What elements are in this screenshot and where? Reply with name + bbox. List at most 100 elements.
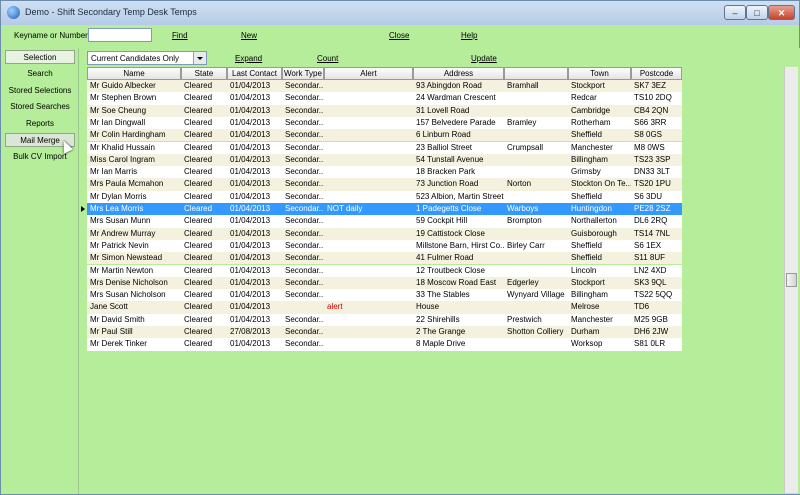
cell-address: Millstone Barn, Hirst Co...: [416, 240, 504, 250]
cell-address: 18 Moscow Road East: [416, 277, 497, 287]
candidates-filter-select[interactable]: Current Candidates Only: [87, 51, 207, 65]
column-header-address[interactable]: Address: [413, 67, 504, 80]
maximize-button[interactable]: □: [746, 5, 768, 20]
cell-last-contact: 01/04/2013: [230, 117, 271, 127]
count-link[interactable]: Count: [317, 54, 338, 63]
cell-last-contact: 01/04/2013: [230, 105, 271, 115]
find-link[interactable]: Find: [172, 31, 188, 40]
table-row[interactable]: Mrs Paula Mcmahon Cleared 01/04/2013 Second…: [87, 178, 682, 191]
scrollbar-thumb[interactable]: [786, 273, 797, 287]
cell-town: Huntingdon: [571, 204, 612, 213]
chevron-down-icon[interactable]: [193, 52, 206, 64]
app-window: Demo - Shift Secondary Temp Desk Temps –…: [0, 0, 800, 495]
cell-last-contact: 01/04/2013: [230, 93, 271, 103]
close-link[interactable]: Close: [389, 31, 409, 40]
cell-town: Grimsby: [571, 167, 601, 177]
cell-address: 8 Maple Drive: [416, 339, 466, 349]
column-header-address-2[interactable]: [504, 67, 568, 80]
minimize-button[interactable]: –: [724, 5, 746, 20]
table-row[interactable]: Mr Simon Newstead Cleared 01/04/2013 Second…: [87, 252, 682, 265]
cell-address-2: Crumpsall: [507, 142, 544, 152]
expand-link[interactable]: Expand: [235, 54, 262, 63]
cell-name: Mr Derek Tinker: [90, 339, 147, 349]
cell-town: Guisborough: [571, 228, 617, 238]
table-row[interactable]: Mr Ian Dingwall Cleared 01/04/2013 Secondar…: [87, 116, 682, 130]
sidebar-item-stored-selections[interactable]: Stored Selections: [5, 84, 75, 98]
cell-address: 1 Padegetts Close: [416, 204, 482, 213]
table-row[interactable]: Mr Paul Still Cleared 27/08/2013 Secondar..…: [87, 326, 682, 339]
column-header-name[interactable]: Name: [87, 67, 181, 80]
cell-work-type: Secondar...: [285, 290, 324, 300]
cell-address: 6 Linburn Road: [416, 130, 471, 140]
cell-state: Cleared: [184, 265, 213, 275]
cell-last-contact: 01/04/2013: [230, 265, 271, 275]
column-header-postcode[interactable]: Postcode: [631, 67, 682, 80]
table-row[interactable]: Jane Scott Cleared 01/04/2013 alert House Mel…: [87, 301, 682, 314]
close-window-button[interactable]: ✕: [768, 5, 795, 20]
table-row[interactable]: Mrs Lea Morris Cleared 01/04/2013 Secondar.…: [81, 203, 682, 216]
keyword-input[interactable]: [88, 28, 152, 42]
table-row[interactable]: Mr Derek Tinker Cleared 01/04/2013 Secondar…: [87, 338, 682, 351]
cell-town: Stockport: [571, 277, 605, 287]
cell-postcode: M8 0WS: [634, 142, 665, 152]
table-row[interactable]: Mr Khalid Hussain Cleared 01/04/2013 Second…: [87, 141, 682, 154]
cell-postcode: M25 9GB: [634, 314, 668, 324]
cell-last-contact: 01/04/2013: [230, 154, 271, 164]
cell-address: 31 Lovell Road: [416, 105, 470, 115]
table-row[interactable]: Mr Guido Albecker Cleared 01/04/2013 Second…: [87, 80, 682, 93]
cell-name: Mrs Denise Nicholson: [90, 277, 168, 287]
cell-state: Cleared: [184, 253, 213, 263]
cell-name: Mr Andrew Murray: [90, 228, 156, 238]
cell-address: 73 Junction Road: [416, 179, 479, 189]
table-row[interactable]: Mrs Susan Nicholson Cleared 01/04/2013 Seco…: [87, 289, 682, 302]
cell-name: Mr Colin Hardingham: [90, 130, 166, 140]
cell-name: Mrs Susan Munn: [90, 216, 151, 226]
table-row[interactable]: Mr Soe Cheung Cleared 01/04/2013 Secondar..…: [87, 104, 682, 117]
cell-town: Rotherham: [571, 117, 611, 127]
column-header-state[interactable]: State: [181, 67, 227, 80]
help-link[interactable]: Help: [461, 31, 477, 40]
cell-address: 2 The Grange: [416, 327, 466, 336]
table-row[interactable]: Mrs Susan Munn Cleared 01/04/2013 Secondar.…: [87, 215, 682, 228]
cell-work-type: Secondar...: [285, 93, 324, 103]
cell-last-contact: 01/04/2013: [230, 167, 271, 177]
cell-postcode: TS20 1PU: [634, 179, 671, 189]
sidebar-item-reports[interactable]: Reports: [5, 117, 75, 131]
table-row[interactable]: Mr Colin Hardingham Cleared 01/04/2013 Seco…: [87, 129, 682, 142]
cell-town: Durham: [571, 327, 600, 336]
cell-address: 23 Balliol Street: [416, 142, 473, 152]
table-row[interactable]: Miss Carol Ingram Cleared 01/04/2013 Second…: [87, 153, 682, 167]
column-header-last-contact[interactable]: Last Contact: [227, 67, 282, 80]
column-header-town[interactable]: Town: [568, 67, 631, 80]
cell-work-type: Secondar...: [285, 204, 324, 213]
cell-postcode: TS22 5QQ: [634, 290, 673, 300]
table-row[interactable]: Mr Martin Newton Cleared 01/04/2013 Seconda…: [87, 264, 682, 277]
cell-work-type: Secondar...: [285, 253, 324, 263]
table-row[interactable]: Mr Ian Marris Cleared 01/04/2013 Secondar..…: [87, 166, 682, 179]
column-header-work-type[interactable]: Work Type: [282, 67, 324, 80]
sidebar-item-stored-searches[interactable]: Stored Searches: [5, 100, 75, 114]
sidebar-item-search[interactable]: Search: [5, 67, 75, 81]
table-row[interactable]: Mr David Smith Cleared 01/04/2013 Secondar.…: [87, 313, 682, 326]
cell-postcode: DL6 2RQ: [634, 216, 668, 226]
new-link[interactable]: New: [241, 31, 257, 40]
sidebar-item-selection[interactable]: Selection: [5, 50, 75, 64]
column-header-alert[interactable]: Alert: [324, 67, 413, 80]
table-row[interactable]: Mr Patrick Nevin Cleared 01/04/2013 Seconda…: [87, 239, 682, 253]
cell-state: Cleared: [184, 327, 213, 336]
table-row[interactable]: Mr Andrew Murray Cleared 01/04/2013 Seconda…: [87, 227, 682, 240]
cell-postcode: LN2 4XD: [634, 265, 667, 275]
cell-address: 33 The Stables: [416, 290, 470, 300]
table-row[interactable]: Mr Stephen Brown Cleared 01/04/2013 Seconda…: [87, 92, 682, 105]
table-row[interactable]: Mr Dylan Morris Cleared 01/04/2013 Secondar…: [87, 190, 682, 203]
cell-work-type: Secondar...: [285, 142, 324, 152]
cell-last-contact: 01/04/2013: [230, 216, 271, 226]
vertical-scrollbar[interactable]: [784, 67, 798, 493]
cell-name: Jane Scott: [90, 302, 128, 312]
cell-address-2: Prestwich: [507, 314, 542, 324]
update-link[interactable]: Update: [471, 54, 497, 63]
cell-work-type: Secondar...: [285, 339, 324, 349]
current-row-indicator-icon: [81, 206, 85, 212]
table-row[interactable]: Mrs Denise Nicholson Cleared 01/04/2013 Sec…: [87, 276, 682, 290]
keyword-label: Keyname or Number: [14, 31, 88, 40]
